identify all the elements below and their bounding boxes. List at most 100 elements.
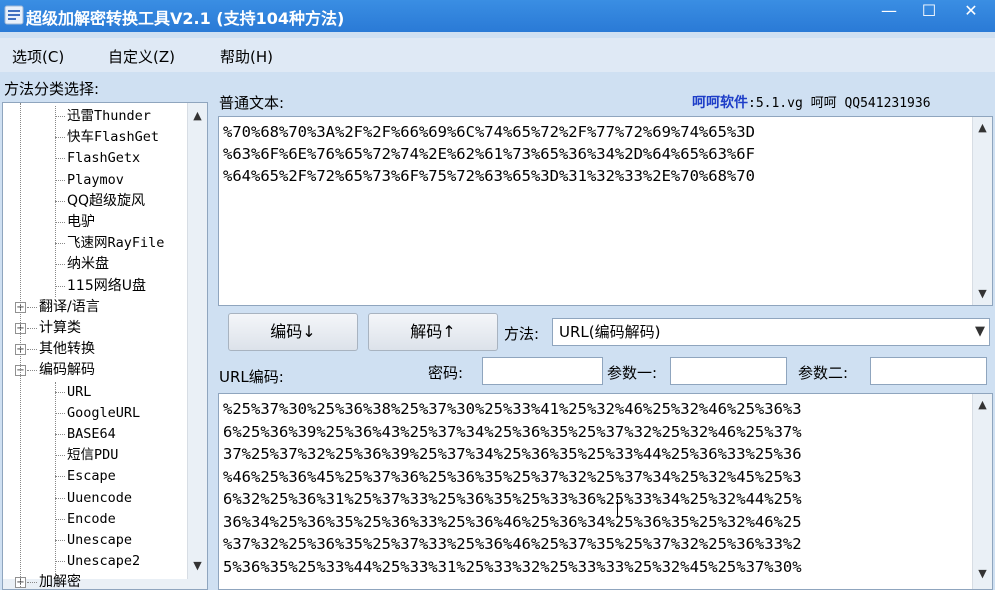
tree-connector: [27, 349, 37, 351]
menu-customize[interactable]: 自定义(Z): [108, 46, 175, 67]
scroll-down-icon[interactable]: ▼: [188, 557, 207, 575]
encoded-scrollbar[interactable]: ▲ ▼: [972, 394, 992, 589]
text-caret: [617, 499, 618, 517]
tree-item[interactable]: Escape: [67, 466, 116, 487]
tree-guide: [20, 103, 21, 587]
tree-connector: [27, 328, 37, 329]
tree-guide: [55, 106, 56, 297]
encoded-text-area[interactable]: %25%37%30%25%36%38%25%37%30%25%33%41%25%…: [218, 393, 993, 590]
menu-options[interactable]: 选项(C): [12, 46, 64, 67]
param1-label: 参数一:: [607, 364, 658, 382]
tree-category[interactable]: 加解密: [39, 572, 81, 589]
param2-field[interactable]: [870, 357, 987, 385]
tree-category[interactable]: 编码解码: [39, 360, 95, 381]
scroll-up-icon[interactable]: ▲: [973, 119, 992, 137]
text-line: %37%32%25%36%35%25%37%33%25%36%46%25%37%…: [223, 535, 802, 553]
plain-text-area[interactable]: %70%68%70%3A%2F%2F%66%69%6C%74%65%72%2F%…: [218, 116, 993, 306]
tree-guide: [55, 381, 56, 583]
tree-item[interactable]: 短信PDU: [67, 445, 118, 466]
tree-item[interactable]: 迅雷Thunder: [67, 106, 151, 127]
param2-label: 参数二:: [798, 364, 849, 382]
tree-hscrollbar[interactable]: [3, 579, 188, 589]
plain-scrollbar[interactable]: ▲ ▼: [972, 117, 992, 305]
plain-text-label: 普通文本:: [219, 94, 285, 112]
brand-contact: :5.1.vg 呵呵 QQ541231936: [748, 96, 931, 111]
menu-help[interactable]: 帮助(H): [220, 46, 273, 67]
password-field[interactable]: [482, 357, 603, 385]
tree-connector: [55, 391, 65, 393]
password-label: 密码:: [428, 364, 464, 382]
tree-scrollbar[interactable]: ▲ ▼: [187, 103, 207, 589]
brand-name[interactable]: 呵呵软件: [692, 95, 748, 111]
text-line: 37%25%37%32%25%36%39%25%37%34%25%36%35%2…: [223, 445, 802, 463]
tree-connector: [27, 582, 37, 584]
tree-connector: [55, 137, 65, 139]
tree-connector: [55, 518, 65, 520]
tree-connector: [55, 285, 65, 287]
encoded-text-content[interactable]: %25%37%30%25%36%38%25%37%30%25%33%41%25%…: [223, 398, 802, 578]
method-tree[interactable]: ▲ ▼ 迅雷Thunder 快车FlashGet FlashGetx Playmov Q…: [2, 102, 208, 590]
minimize-button[interactable]: —: [868, 0, 910, 24]
method-label: 方法:: [504, 325, 540, 343]
encoded-label: URL编码:: [219, 368, 284, 386]
close-button[interactable]: ✕: [950, 0, 992, 24]
tree-category[interactable]: 其他转换: [39, 339, 95, 360]
text-line: %64%65%2F%72%65%73%6F%75%72%63%65%3D%31%…: [223, 167, 755, 185]
tree-item[interactable]: 电驴: [67, 212, 95, 233]
tree-connector: [27, 306, 37, 308]
window-title: 超级加解密转换工具V2.1 (支持104种方法): [26, 9, 345, 28]
tree-item[interactable]: URL: [67, 382, 91, 403]
encode-button[interactable]: 编码↓: [228, 313, 358, 351]
tree-item[interactable]: FlashGetx: [67, 148, 140, 169]
tree-item[interactable]: 115网络U盘: [67, 276, 146, 297]
menu-bar: 选项(C) 自定义(Z) 帮助(H): [0, 38, 995, 72]
text-line: %63%6F%6E%76%65%72%74%2E%62%61%73%65%36%…: [223, 145, 755, 163]
method-select[interactable]: URL(编码解码) ▼: [552, 318, 990, 346]
plain-text-content[interactable]: %70%68%70%3A%2F%2F%66%69%6C%74%65%72%2F%…: [223, 121, 755, 187]
tree-connector: [55, 264, 65, 266]
tree-item[interactable]: Unescape2: [67, 551, 140, 572]
text-line: %25%37%30%25%36%38%25%37%30%25%33%41%25%…: [223, 400, 802, 418]
chevron-down-icon[interactable]: ▼: [975, 319, 985, 345]
tree-connector: [55, 412, 65, 414]
text-line: %70%68%70%3A%2F%2F%66%69%6C%74%65%72%2F%…: [223, 123, 755, 141]
tree-item[interactable]: Playmov: [67, 170, 124, 191]
app-icon: [4, 5, 24, 25]
category-title: 方法分类选择:: [4, 80, 100, 98]
tree-item[interactable]: Unescape: [67, 530, 132, 551]
scroll-down-icon[interactable]: ▼: [973, 565, 992, 583]
tree-connector: [27, 370, 37, 372]
tree-connector: [55, 561, 65, 563]
decode-button[interactable]: 解码↑: [368, 313, 498, 351]
title-bar[interactable]: 超级加解密转换工具V2.1 (支持104种方法) — ☐ ✕: [0, 0, 995, 32]
tree-connector: [55, 116, 65, 117]
method-value: URL(编码解码): [559, 323, 661, 341]
tree-item[interactable]: Uuencode: [67, 488, 132, 509]
tree-connector: [55, 497, 65, 499]
tree-item[interactable]: Encode: [67, 509, 116, 530]
maximize-button[interactable]: ☐: [908, 0, 950, 24]
tree-item[interactable]: 飞速网RayFile: [67, 233, 164, 254]
tree-connector: [55, 434, 65, 435]
tree-category[interactable]: 翻译/语言: [39, 297, 100, 318]
tree-connector: [55, 200, 65, 202]
tree-item[interactable]: GoogleURL: [67, 403, 140, 424]
text-line: 5%36%35%25%33%44%25%33%31%25%33%32%25%33…: [223, 557, 802, 576]
tree-category[interactable]: 计算类: [39, 318, 81, 339]
text-line: 6%32%25%36%31%25%37%33%25%36%35%25%33%36…: [223, 490, 802, 508]
tree-connector: [55, 158, 65, 160]
tree-connector: [55, 455, 65, 457]
tree-connector: [55, 243, 65, 245]
tree-item[interactable]: 快车FlashGet: [67, 127, 159, 148]
tree-item[interactable]: BASE64: [67, 424, 116, 445]
param1-field[interactable]: [670, 357, 787, 385]
tree-connector: [55, 179, 65, 181]
scroll-up-icon[interactable]: ▲: [973, 396, 992, 414]
text-line: 36%34%25%36%35%25%36%33%25%36%46%25%36%3…: [223, 512, 802, 531]
tree-item[interactable]: QQ超级旋风: [67, 191, 145, 212]
tree-connector: [55, 222, 65, 223]
tree-item[interactable]: 纳米盘: [67, 254, 109, 275]
text-line: 6%25%36%39%25%36%43%25%37%34%25%36%35%25…: [223, 422, 802, 441]
scroll-up-icon[interactable]: ▲: [188, 107, 207, 125]
scroll-down-icon[interactable]: ▼: [973, 285, 992, 303]
